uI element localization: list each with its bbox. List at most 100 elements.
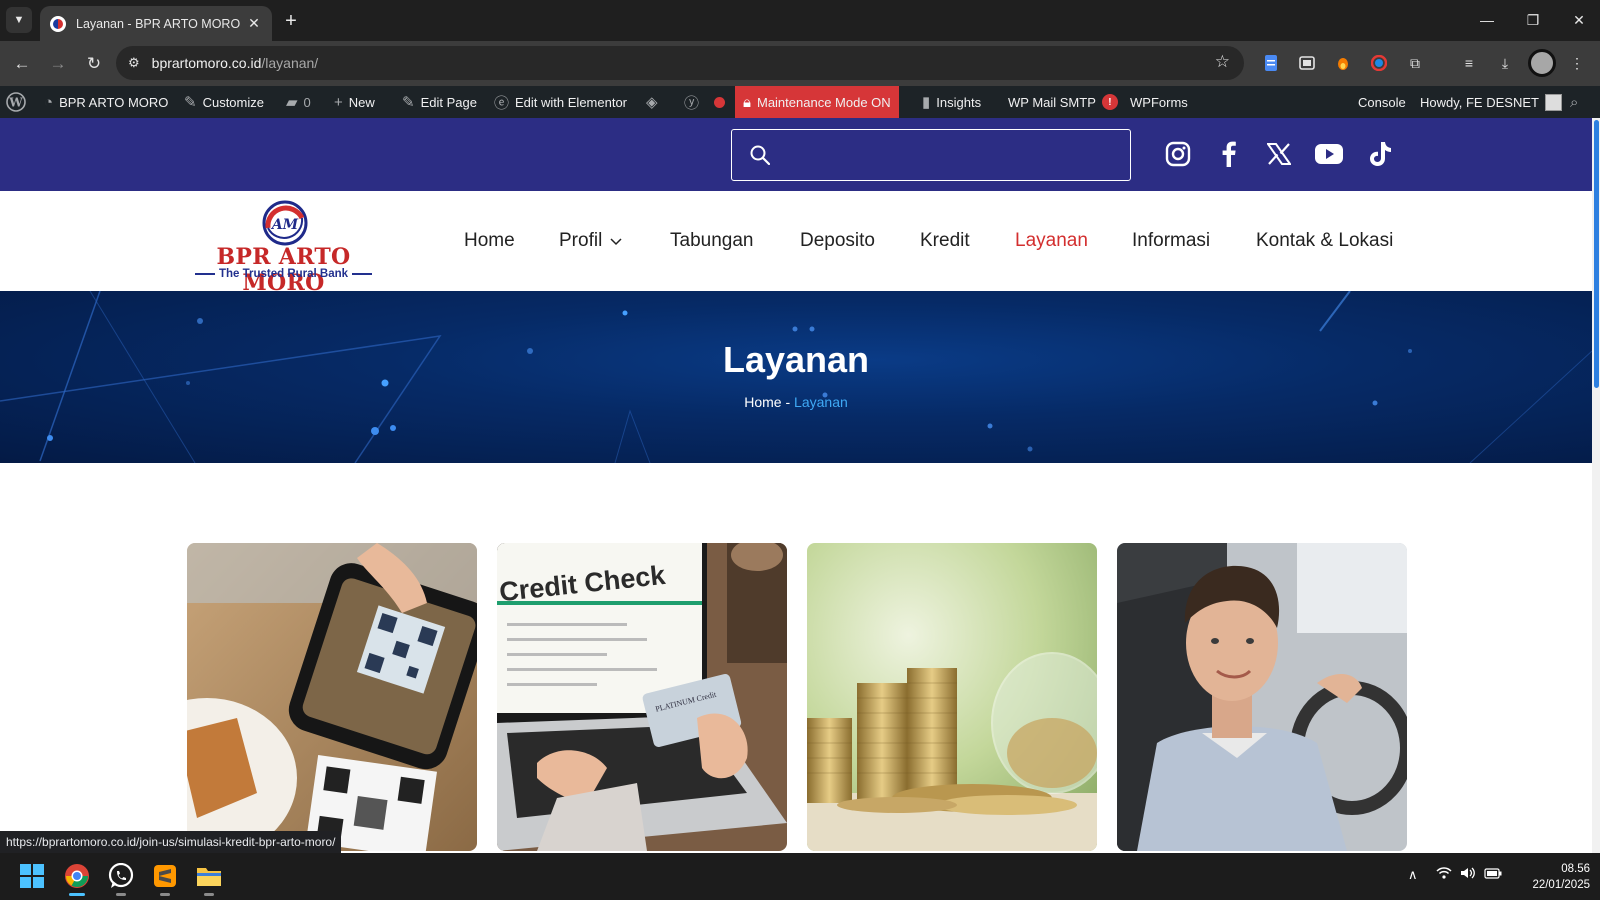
site-info-icon[interactable]: ⚙ xyxy=(128,55,140,71)
forward-arrow-icon[interactable]: → xyxy=(44,50,72,78)
wp-comments[interactable]: ▰ 0 xyxy=(286,86,311,118)
download-icon[interactable]: ⤓ xyxy=(1494,52,1516,74)
extensions-puzzle-icon[interactable]: ⧉ xyxy=(1404,52,1426,74)
nav-home[interactable]: Home xyxy=(464,191,515,291)
credit-check-photo: Credit Check PLATINUM Credit xyxy=(497,543,787,851)
nav-informasi[interactable]: Informasi xyxy=(1132,191,1210,291)
back-arrow-icon[interactable]: ← xyxy=(8,50,36,78)
clock-date: 22/01/2025 xyxy=(1532,879,1590,891)
wp-customize[interactable]: ✎ Customize xyxy=(184,86,264,118)
bar-chart-icon: ▮ xyxy=(922,94,931,111)
wp-console[interactable]: Console xyxy=(1358,86,1406,118)
service-card-qris[interactable] xyxy=(187,543,477,851)
address-bar[interactable]: ⚙ bprartomoro.co.id/layanan/ ☆ xyxy=(116,46,1244,80)
coins-photo xyxy=(807,543,1097,851)
bookmark-star-icon[interactable]: ☆ xyxy=(1215,52,1230,72)
active-app-indicator xyxy=(69,893,85,896)
chevron-down-icon: ▼ xyxy=(13,14,25,26)
maintenance-mode[interactable]: 🔒︎ Maintenance Mode ON xyxy=(735,86,899,118)
x-icon[interactable] xyxy=(1262,137,1296,171)
smtp-alert-badge: ! xyxy=(1101,94,1118,110)
wp-forms[interactable]: WPForms xyxy=(1130,86,1188,118)
profile-avatar[interactable] xyxy=(1528,49,1556,77)
nav-tabungan[interactable]: Tabungan xyxy=(670,191,753,291)
new-tab-button[interactable]: + xyxy=(278,8,304,34)
minimize-button[interactable]: — xyxy=(1464,0,1510,40)
nav-deposito[interactable]: Deposito xyxy=(800,191,875,291)
restore-button[interactable]: ❐ xyxy=(1510,0,1556,40)
link-status-url: https://bprartomoro.co.id/join-us/simula… xyxy=(0,831,342,853)
tab-search-button[interactable]: ▼ xyxy=(6,7,32,33)
browser-tab-active[interactable]: Layanan - BPR ARTO MORO ✕ xyxy=(40,6,272,41)
instagram-icon[interactable] xyxy=(1161,137,1195,171)
nav-kredit[interactable]: Kredit xyxy=(920,191,970,291)
service-card-savings[interactable] xyxy=(807,543,1097,851)
volume-icon[interactable] xyxy=(1460,867,1476,882)
wp-site-name-label: BPR ARTO MORO xyxy=(59,94,169,110)
site-logo[interactable]: AM BPR ARTO MORO The Trusted Rural Bank xyxy=(186,200,381,296)
url-path: /layanan/ xyxy=(261,55,319,71)
diamond-plugin-icon[interactable]: ◈ xyxy=(646,86,664,118)
service-card-vehicle-loan[interactable] xyxy=(1117,543,1407,851)
close-window-button[interactable]: ✕ xyxy=(1556,0,1600,40)
file-explorer-taskbar-icon[interactable] xyxy=(192,859,226,896)
nav-layanan[interactable]: Layanan xyxy=(1015,191,1088,291)
windows-taskbar: ∧ 08.56 22/01/2025 xyxy=(0,853,1600,900)
battery-icon[interactable] xyxy=(1484,867,1502,882)
page-hero-banner: Layanan Home - Layanan xyxy=(0,291,1592,463)
wifi-icon[interactable] xyxy=(1436,867,1452,882)
docs-extension-icon[interactable] xyxy=(1260,52,1282,74)
elementor-icon: ⓔ xyxy=(494,94,510,112)
breadcrumb: Home - Layanan xyxy=(0,394,1592,410)
wp-site-name[interactable]: ◔ BPR ARTO MORO xyxy=(44,86,168,118)
clock-time: 08.56 xyxy=(1561,863,1590,875)
flame-extension-icon[interactable] xyxy=(1332,52,1354,74)
wp-mail-smtp[interactable]: WP Mail SMTP! xyxy=(1008,86,1118,118)
app-indicator xyxy=(116,893,126,896)
wp-edit-page[interactable]: ✎ Edit Page xyxy=(402,86,477,118)
youtube-icon[interactable] xyxy=(1312,137,1346,171)
breadcrumb-home[interactable]: Home xyxy=(744,394,781,410)
search-input[interactable] xyxy=(782,146,1112,164)
comment-icon: ▰ xyxy=(286,94,298,111)
chrome-taskbar-icon[interactable] xyxy=(60,859,94,896)
wp-edit-elementor-label: Edit with Elementor xyxy=(515,94,628,110)
app-indicator xyxy=(204,893,214,896)
wp-insights-label: Insights xyxy=(936,94,982,110)
whatsapp-taskbar-icon[interactable] xyxy=(104,859,138,896)
tiktok-icon[interactable] xyxy=(1363,137,1397,171)
wp-edit-elementor[interactable]: ⓔ Edit with Elementor xyxy=(494,86,627,118)
windows-start-icon[interactable] xyxy=(15,859,49,893)
wp-search-icon[interactable]: ⌕ xyxy=(1570,86,1584,118)
page-scrollbar-thumb[interactable] xyxy=(1594,120,1599,388)
sublime-text-taskbar-icon[interactable] xyxy=(148,859,182,896)
color-picker-extension-icon[interactable] xyxy=(1368,52,1390,74)
taskbar-clock[interactable]: 08.56 22/01/2025 xyxy=(1510,861,1590,893)
logo-mark-icon: AM xyxy=(262,200,308,246)
svg-text:W: W xyxy=(8,96,23,110)
app-indicator xyxy=(160,893,170,896)
tab-capture-icon[interactable] xyxy=(1296,52,1318,74)
site-search[interactable] xyxy=(731,129,1131,181)
close-tab-icon[interactable]: ✕ xyxy=(246,15,262,32)
reload-icon[interactable]: ↻ xyxy=(80,50,108,78)
wordpress-logo-icon[interactable]: W xyxy=(6,86,26,118)
nav-profil[interactable]: Profil xyxy=(559,191,622,291)
yoast-icon[interactable]: ⓨ xyxy=(684,86,705,118)
nav-kontak-lokasi[interactable]: Kontak & Lokasi xyxy=(1256,191,1393,291)
facebook-icon[interactable] xyxy=(1211,137,1245,171)
wp-howdy[interactable]: Howdy, FE DESNET xyxy=(1420,86,1562,118)
tray-overflow-chevron-icon[interactable]: ∧ xyxy=(1408,867,1418,883)
wp-new-label: New xyxy=(348,94,375,110)
service-card-credit-check[interactable]: Credit Check PLATINUM Credit xyxy=(497,543,787,851)
user-avatar xyxy=(1544,93,1562,111)
wp-new[interactable]: + New xyxy=(334,86,375,118)
wp-insights[interactable]: ▮ Insights xyxy=(922,86,981,118)
chrome-menu-icon[interactable]: ⋮ xyxy=(1566,52,1588,74)
url-host: bprartomoro.co.id xyxy=(151,55,262,71)
media-control-icon[interactable]: ≡ xyxy=(1458,52,1480,74)
site-favicon-icon xyxy=(50,15,66,32)
wp-comments-count: 0 xyxy=(303,94,311,110)
wp-edit-page-label: Edit Page xyxy=(420,94,477,110)
wp-mail-smtp-label: WP Mail SMTP xyxy=(1008,94,1096,110)
